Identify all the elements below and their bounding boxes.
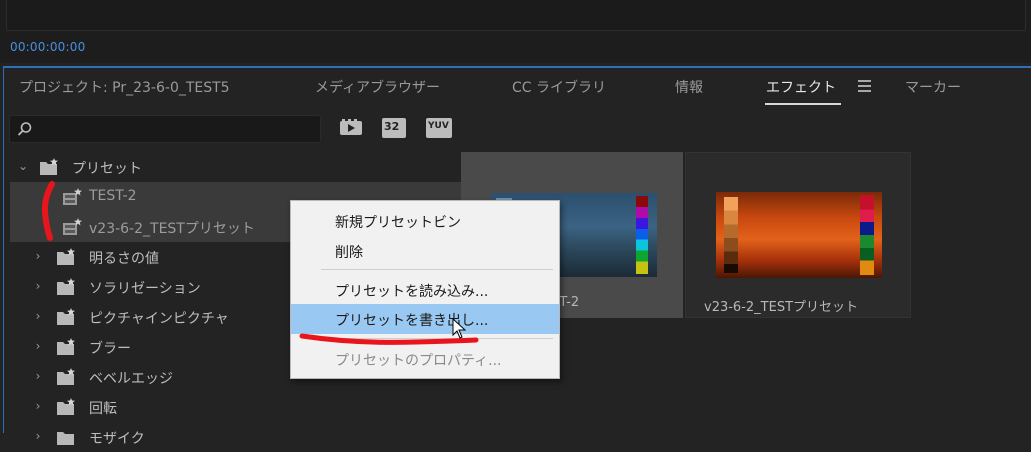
preset-card[interactable]: v23-6-2_TESTプリセット — [685, 152, 911, 318]
chevron-right-icon[interactable]: › — [30, 369, 46, 383]
preset-bin-icon — [57, 278, 75, 295]
yuv-effects-icon[interactable]: YUV — [426, 118, 452, 138]
search-field[interactable] — [9, 115, 321, 143]
chevron-right-icon[interactable]: › — [30, 309, 46, 323]
menu-separator — [321, 269, 553, 270]
preset-icon — [63, 188, 82, 205]
timeline-strip — [0, 0, 1031, 63]
annotation-bracket — [41, 181, 55, 241]
preset-icon — [63, 218, 82, 235]
tab-project[interactable]: プロジェクト: Pr_23-6-0_TEST5 — [19, 77, 230, 97]
preset-bin-icon — [57, 398, 75, 415]
chevron-right-icon[interactable]: › — [30, 429, 46, 443]
active-tab-indicator — [765, 103, 841, 105]
preset-bin-icon — [57, 338, 75, 355]
mouse-cursor-icon — [452, 318, 467, 339]
preset-bin-icon — [40, 158, 58, 175]
context-menu: 新規プリセットビン 削除 プリセットを読み込み... プリセットを書き出し...… — [290, 200, 560, 379]
tab-cc-libraries[interactable]: CC ライブラリ — [512, 77, 606, 97]
tab-media-browser[interactable]: メディアブラウザー — [315, 77, 440, 97]
tree-folder[interactable]: › モザイク — [10, 422, 461, 452]
chevron-right-icon[interactable]: › — [30, 279, 46, 293]
preset-bin-icon — [57, 308, 75, 325]
tab-effects[interactable]: エフェクト — [766, 77, 836, 97]
menu-item-new-preset-bin[interactable]: 新規プリセットビン — [291, 206, 559, 236]
timecode-display[interactable]: 00:00:00:00 — [10, 40, 85, 54]
menu-item-import-presets[interactable]: プリセットを読み込み... — [291, 275, 559, 305]
preset-thumbnail-image — [716, 192, 882, 278]
menu-item-delete[interactable]: 削除 — [291, 236, 559, 266]
tree-folder[interactable]: › 回転 — [10, 392, 461, 422]
preset-bin-icon — [57, 248, 75, 265]
accelerated-effects-icon[interactable] — [339, 118, 363, 138]
tab-markers[interactable]: マーカー — [905, 77, 961, 97]
32-bit-color-icon[interactable]: 32 — [382, 118, 406, 138]
chevron-right-icon[interactable]: › — [30, 249, 46, 263]
tab-info[interactable]: 情報 — [675, 77, 703, 97]
chevron-down-icon[interactable]: ⌄ — [15, 159, 31, 173]
chevron-right-icon[interactable]: › — [30, 399, 46, 413]
preset-bin-icon — [57, 368, 75, 385]
search-input[interactable] — [38, 119, 312, 139]
search-icon — [17, 122, 32, 136]
chevron-right-icon[interactable]: › — [30, 339, 46, 353]
tree-folder-presets[interactable]: ⌄ プリセット — [10, 152, 461, 182]
panel-menu-icon[interactable] — [858, 80, 871, 95]
